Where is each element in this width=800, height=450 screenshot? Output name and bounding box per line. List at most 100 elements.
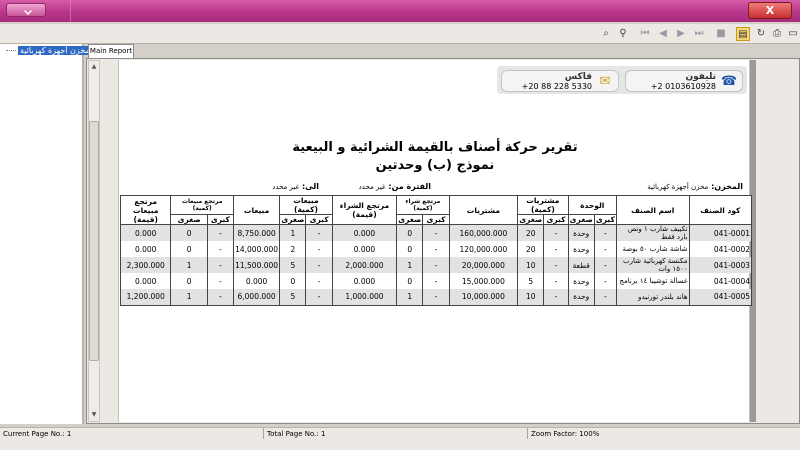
binoculars-icon[interactable]: ⚲ — [616, 27, 630, 41]
cell-name: تكييف شارب ١ ونص بارد فقط — [615, 224, 690, 241]
refresh-icon[interactable]: ↻ — [754, 27, 768, 41]
period-from-field: الفترة من: غير محدد — [359, 182, 431, 191]
subheader-big: كبرى — [543, 214, 569, 225]
fax-envelope-icon: ✉ — [599, 74, 611, 89]
cell-prq-small: 0 — [396, 241, 424, 257]
phone-value: +2 0103610928 — [650, 82, 716, 91]
cell-srq-big: - — [206, 289, 234, 306]
scroll-down-icon[interactable]: ▼ — [90, 411, 98, 419]
stop-icon[interactable]: ■ — [714, 27, 728, 41]
cell-purchases: 20,000.000 — [448, 257, 519, 273]
cell-code: 041-0002 — [688, 241, 753, 257]
subheader-small: صغرى — [567, 214, 595, 225]
fax-label: فاكس — [564, 72, 592, 82]
store-field: المخزن: مخزن أجهزة كهربائية — [647, 182, 743, 191]
print-icon[interactable]: ⎙ — [770, 27, 784, 41]
report-page: تليفون +2 0103610928 ☎ فاكس +20 88 228 5… — [118, 60, 753, 422]
viewer-toolbar: ⌕ ⚲ ⏮ ◀ ▶ ⏭ ■ ▤ ↻ ⎙ ▭ — [0, 24, 800, 44]
cell-pq-small: 20 — [517, 241, 545, 257]
cell-sq-big: - — [305, 289, 333, 306]
col-header-code: كود الصنف — [688, 195, 753, 225]
contact-bar: تليفون +2 0103610928 ☎ فاكس +20 88 228 5… — [497, 66, 747, 94]
last-page-icon[interactable]: ⏭ — [692, 27, 706, 41]
subheader-small: صغرى — [170, 214, 208, 225]
cell-sq-small: 2 — [279, 241, 307, 257]
cell-purchases: 160,000.000 — [448, 224, 519, 241]
cell-prq-big: - — [422, 224, 450, 241]
cell-prq-big: - — [422, 241, 450, 257]
report-subtitle: نموذج (ب) وحدتين — [375, 158, 495, 173]
tree-connector — [6, 50, 16, 51]
cell-pq-small: 5 — [517, 273, 545, 289]
cell-name: هاند بلندر تورنيدو — [615, 289, 690, 306]
fax-box: فاكس +20 88 228 5330 ✉ — [501, 70, 619, 92]
period-to-label: الى: — [301, 182, 319, 191]
cell-purchases: 120,000.000 — [448, 241, 519, 257]
first-page-icon[interactable]: ⏮ — [638, 27, 652, 41]
cell-prq-small: 0 — [396, 224, 424, 241]
subheader-big: كبرى — [206, 214, 234, 225]
cell-srq-small: 1 — [170, 289, 208, 306]
report-table: كود الصنف اسم الصنف الوحدة مشتريات (كمية… — [119, 195, 753, 306]
cell-sr-value: 0.000 — [119, 241, 172, 257]
cell-name: غسالة توشيبا ١٤ برنامج — [615, 273, 690, 289]
cell-pq-small: 20 — [517, 224, 545, 241]
prev-page-icon[interactable]: ◀ — [656, 27, 670, 41]
cell-sq-small: 0 — [279, 273, 307, 289]
tab-main-report[interactable]: Main Report — [88, 44, 134, 58]
period-to-value: غير محدد — [272, 183, 300, 191]
cell-srq-small: 0 — [170, 241, 208, 257]
cell-prq-small: 1 — [396, 289, 424, 306]
store-label: المخزن: — [711, 182, 743, 191]
col-header-sales-qty: مبيعات (كمية) — [279, 195, 333, 215]
system-menu-button[interactable] — [6, 3, 46, 17]
cell-unit-big: - — [593, 257, 617, 273]
cell-srq-small: 1 — [170, 257, 208, 273]
subheader-small: صغرى — [396, 214, 424, 225]
col-header-purch-qty: مشتريات (كمية) — [517, 195, 569, 215]
window-title-bar: X — [0, 0, 800, 22]
cell-srq-big: - — [206, 273, 234, 289]
cell-pr-value: 0.000 — [331, 224, 398, 241]
subheader-big: كبرى — [305, 214, 333, 225]
page-setup-icon[interactable]: ▤ — [736, 27, 750, 41]
cell-srq-big: - — [206, 241, 234, 257]
subheader-big: كبرى — [593, 214, 617, 225]
subheader-small: صغرى — [279, 214, 307, 225]
store-value: مخزن أجهزة كهربائية — [647, 183, 709, 191]
tree-item-store[interactable]: مخزن أجهزة كهربائية — [6, 46, 92, 58]
cell-sq-big: - — [305, 241, 333, 257]
subheader-small: صغرى — [517, 214, 545, 225]
cell-sales: 11,500.000 — [232, 257, 281, 273]
tree-item-label: مخزن أجهزة كهربائية — [18, 46, 92, 55]
find-icon[interactable]: ⌕ — [599, 27, 613, 41]
table-row: 041-0002 شاشة شارب ٥٠ بوصة - وحدة -20 120,000… — [119, 241, 753, 257]
cell-unit-big: - — [593, 289, 617, 306]
cell-sq-small: 1 — [279, 224, 307, 241]
cell-prq-big: - — [422, 273, 450, 289]
cell-pq-big: - — [543, 273, 569, 289]
cell-pr-value: 0.000 — [331, 273, 398, 289]
table-row: 041-0004 غسالة توشيبا ١٤ برنامج - وحدة -5 15,… — [119, 273, 753, 289]
col-header-sales-ret-value: مرتجع مبيعات (قيمة) — [119, 195, 172, 225]
col-header-sales: مبيعات — [232, 195, 281, 225]
col-header-sales-ret-qty: مرتجع مبيعات (كمية) — [170, 195, 234, 215]
export-icon[interactable]: ▭ — [786, 27, 800, 41]
vertical-scrollbar[interactable]: ▲ ▼ — [88, 60, 100, 422]
cell-pq-big: - — [543, 224, 569, 241]
cell-prq-small: 1 — [396, 257, 424, 273]
table-row: 041-0005 هاند بلندر تورنيدو - وحدة -10 10,000… — [119, 289, 753, 306]
cell-sales: 6,000.000 — [232, 289, 281, 306]
cell-srq-small: 0 — [170, 273, 208, 289]
cell-pr-value: 0.000 — [331, 241, 398, 257]
cell-sr-value: 0.000 — [119, 273, 172, 289]
scroll-up-icon[interactable]: ▲ — [90, 63, 98, 71]
cell-code: 041-0003 — [688, 257, 753, 273]
next-page-icon[interactable]: ▶ — [674, 27, 688, 41]
subheader-big: كبرى — [422, 214, 450, 225]
cell-sr-value: 0.000 — [119, 224, 172, 241]
period-from-value: غير محدد — [358, 183, 386, 191]
close-button[interactable]: X — [748, 2, 792, 19]
cell-srq-big: - — [206, 257, 234, 273]
scrollbar-thumb[interactable] — [89, 121, 99, 361]
